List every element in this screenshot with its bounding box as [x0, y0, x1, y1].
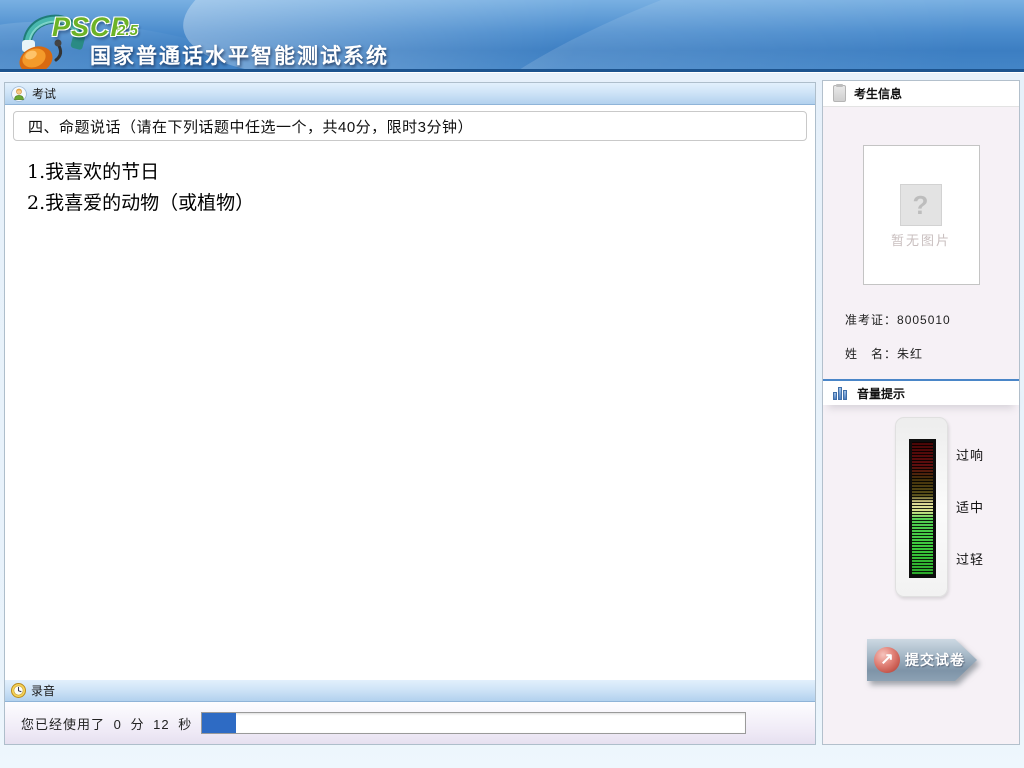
seconds-value: 12 [149, 717, 173, 732]
minutes-value: 0 [110, 717, 126, 732]
volume-level-medium: 适中 [956, 497, 984, 516]
exam-section-bar: 考试 [5, 83, 815, 105]
candidate-name: 朱红 [897, 347, 923, 361]
candidate-info-header: 考生信息 [823, 81, 1019, 107]
name-label: 姓 名： [845, 347, 897, 361]
volume-bars-icon [833, 386, 849, 400]
submit-button-wrap: ↗ 提交试卷 [867, 639, 977, 681]
volume-level-quiet: 过轻 [956, 549, 984, 568]
candidate-details: 准考证：8005010 姓 名：朱红 [845, 311, 1019, 362]
recording-progress-fill [202, 713, 236, 733]
volume-led-meter [909, 439, 936, 578]
volume-section-label: 音量提示 [857, 385, 905, 402]
topic-item: 2.我喜爱的动物（或植物） [27, 188, 815, 219]
topic-list: 1.我喜欢的节日 2.我喜爱的动物（或植物） [5, 141, 815, 680]
name-row: 姓 名：朱红 [845, 345, 1019, 362]
volume-section-header: 音量提示 [823, 379, 1019, 405]
time-prefix: 您已经使用了 [21, 717, 105, 732]
exam-panel: 考试 四、命题说话（请在下列话题中任选一个，共40分，限时3分钟） 1.我喜欢的… [4, 82, 816, 745]
no-image-text: 暂无图片 [864, 230, 979, 249]
clock-icon [11, 683, 26, 698]
submit-arrow-icon: ↗ [874, 647, 900, 673]
exam-section-label: 考试 [32, 85, 56, 102]
question-title: 四、命题说话（请在下列话题中任选一个，共40分，限时3分钟） [13, 111, 807, 141]
person-icon [11, 86, 27, 102]
recording-section-bar: 录音 [5, 680, 815, 702]
clipboard-icon [833, 85, 846, 102]
time-used-text: 您已经使用了 0 分 12 秒 [21, 714, 192, 733]
timer-row: 您已经使用了 0 分 12 秒 [5, 702, 815, 744]
seconds-unit: 秒 [178, 717, 192, 732]
minutes-unit: 分 [131, 717, 145, 732]
submit-button-label: 提交试卷 [905, 650, 965, 670]
candidate-photo-placeholder: ? 暂无图片 [863, 145, 980, 285]
candidate-info-label: 考生信息 [854, 85, 902, 102]
logo-version: 2.5 [117, 22, 138, 39]
topic-item: 1.我喜欢的节日 [27, 157, 815, 188]
app-header: PSCP 2.5 国家普通话水平智能测试系统 [0, 0, 1024, 73]
admission-number: 8005010 [897, 313, 951, 327]
no-image-icon: ? [900, 184, 942, 226]
volume-level-loud: 过响 [956, 445, 984, 464]
candidate-sidebar: 考生信息 ? 暂无图片 准考证：8005010 姓 名：朱红 音量提示 过响 适… [822, 80, 1020, 745]
admission-label: 准考证： [845, 313, 897, 327]
volume-meter-panel [895, 417, 948, 597]
recording-progress-bar [201, 712, 746, 734]
admission-number-row: 准考证：8005010 [845, 311, 1019, 328]
volume-meter-zone: 过响 适中 过轻 [823, 417, 1019, 627]
submit-paper-button[interactable]: ↗ 提交试卷 [867, 639, 977, 681]
question-title-text: 四、命题说话（请在下列话题中任选一个，共40分，限时3分钟） [28, 116, 473, 137]
recording-section-label: 录音 [31, 682, 55, 699]
app-title: 国家普通话水平智能测试系统 [90, 40, 389, 70]
